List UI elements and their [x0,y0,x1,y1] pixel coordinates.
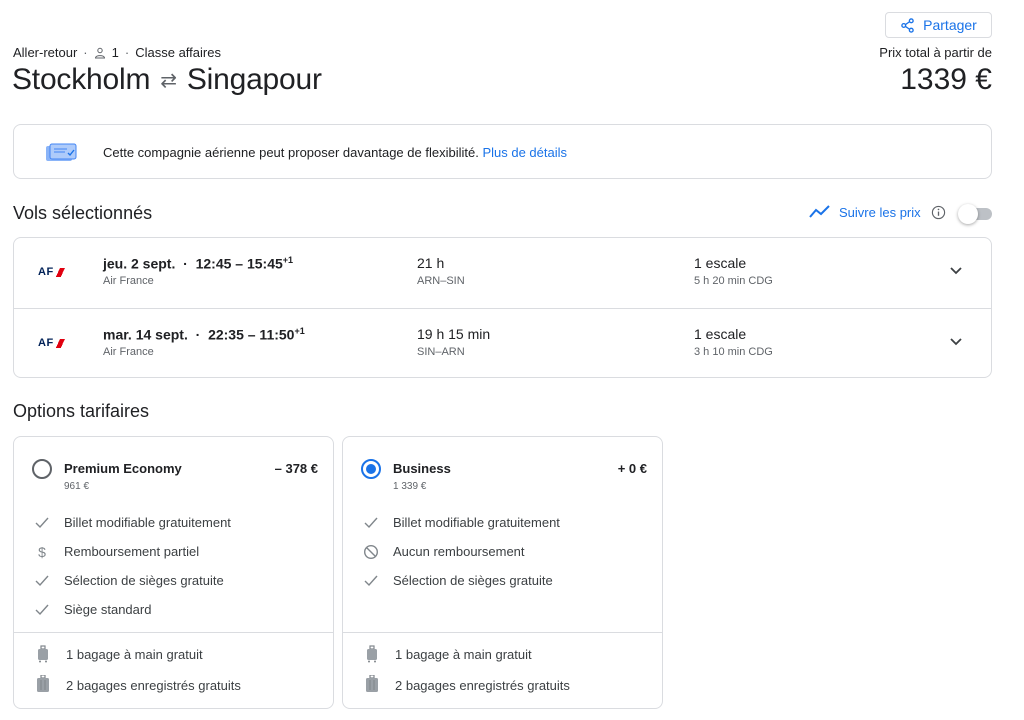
fare-price-delta: – 378 € [274,461,318,476]
air-france-logo: AF [38,337,65,349]
flexibility-text: Cette compagnie aérienne peut proposer d… [103,145,567,160]
trip-type: Aller-retour [13,45,78,60]
flight-duration: 19 h 15 min [417,326,491,342]
passenger-count: 1 [111,45,119,60]
checked-bag-icon [366,675,378,692]
flight-stops: 1 escale [694,255,747,271]
separator-dot: · [124,45,130,60]
destination-city: Singapour [186,63,322,96]
chevron-down-icon[interactable] [949,266,963,276]
fare-feature: Billet modifiable gratuitement [393,515,560,530]
flight-airline: Air France [103,275,154,287]
more-details-link[interactable]: Plus de détails [482,145,567,160]
route-title: Stockholm ⇄ Singapour [12,63,322,97]
svg-text:$: $ [38,544,46,560]
selected-flights-title: Vols sélectionnés [13,203,153,223]
trip-meta: Aller-retour · 1 · Classe affaires [13,45,221,60]
round-trip-arrows-icon: ⇄ [160,69,177,92]
info-icon[interactable] [931,205,946,220]
fare-divider [14,632,333,633]
check-icon [364,575,378,587]
fare-feature: Sélection de sièges gratuite [393,573,553,588]
cabin-class: Classe affaires [135,45,221,60]
flight-airline: Air France [103,346,154,358]
flexibility-message: Cette compagnie aérienne peut proposer d… [103,145,479,160]
baggage-checked: 2 bagages enregistrés gratuits [395,678,570,693]
fare-feature: Siège standard [64,602,152,617]
separator-dot: · [83,45,88,60]
track-prices-toggle[interactable] [958,204,992,224]
checked-bag-icon [37,675,49,692]
share-button[interactable]: Partager [885,12,992,38]
baggage-carry-on: 1 bagage à main gratuit [395,647,532,662]
flight-layover: 3 h 10 min CDG [694,346,773,358]
flight-route: SIN–ARN [417,346,465,358]
toggle-knob [958,204,978,224]
fare-name: Business [393,461,451,476]
flexibility-banner: Cette compagnie aérienne peut proposer d… [13,124,992,179]
flight-row-return[interactable]: AF mar. 14 sept. · 22:35 – 11:50+1 Air F… [14,308,991,378]
person-icon [94,47,105,58]
carry-on-bag-icon [38,645,48,663]
check-icon [35,517,49,529]
flight-layover: 5 h 20 min CDG [694,275,773,287]
flights-list: AF jeu. 2 sept. · 12:45 – 15:45+1 Air Fr… [13,237,992,378]
fare-price: 961 € [64,481,90,492]
carry-on-bag-icon [367,645,377,663]
flight-row-outbound[interactable]: AF jeu. 2 sept. · 12:45 – 15:45+1 Air Fr… [14,238,991,308]
fare-feature: Aucun remboursement [393,544,525,559]
check-icon [35,604,49,616]
flight-route: ARN–SIN [417,275,465,287]
fare-feature: Sélection de sièges gratuite [64,573,224,588]
track-prices[interactable]: Suivre les prix [809,204,946,220]
flight-date-times: mar. 14 sept. · 22:35 – 11:50+1 [103,326,305,343]
fare-radio-business[interactable] [361,459,381,479]
ticket-icon [46,143,77,161]
flight-stops: 1 escale [694,326,747,342]
flight-duration: 21 h [417,255,445,271]
check-icon [364,517,378,529]
fare-price-delta: + 0 € [617,461,647,476]
trend-icon [809,205,830,218]
track-prices-label: Suivre les prix [839,204,921,220]
price-total: 1339 € [900,63,992,96]
price-label: Prix total à partir de [879,45,992,60]
origin-city: Stockholm [12,63,151,96]
fare-radio-premium-economy[interactable] [32,459,52,479]
fare-divider [343,632,662,633]
flight-date-times: jeu. 2 sept. · 12:45 – 15:45+1 [103,255,294,272]
check-icon [35,575,49,587]
share-label: Partager [923,17,977,33]
fare-feature: Remboursement partiel [64,544,200,559]
chevron-down-icon[interactable] [949,337,963,347]
no-refund-icon [363,544,379,560]
fare-name: Premium Economy [64,461,182,476]
dollar-icon: $ [38,544,46,560]
fare-feature: Billet modifiable gratuitement [64,515,231,530]
fare-price: 1 339 € [393,481,427,492]
baggage-checked: 2 bagages enregistrés gratuits [66,678,241,693]
fare-card-business[interactable]: Business 1 339 € + 0 € Billet modifiable… [342,436,663,709]
air-france-logo: AF [38,266,65,278]
fare-options-title: Options tarifaires [13,401,150,421]
fare-card-premium-economy[interactable]: Premium Economy 961 € – 378 € Billet mod… [13,436,334,709]
share-icon [901,17,914,33]
baggage-carry-on: 1 bagage à main gratuit [66,647,203,662]
